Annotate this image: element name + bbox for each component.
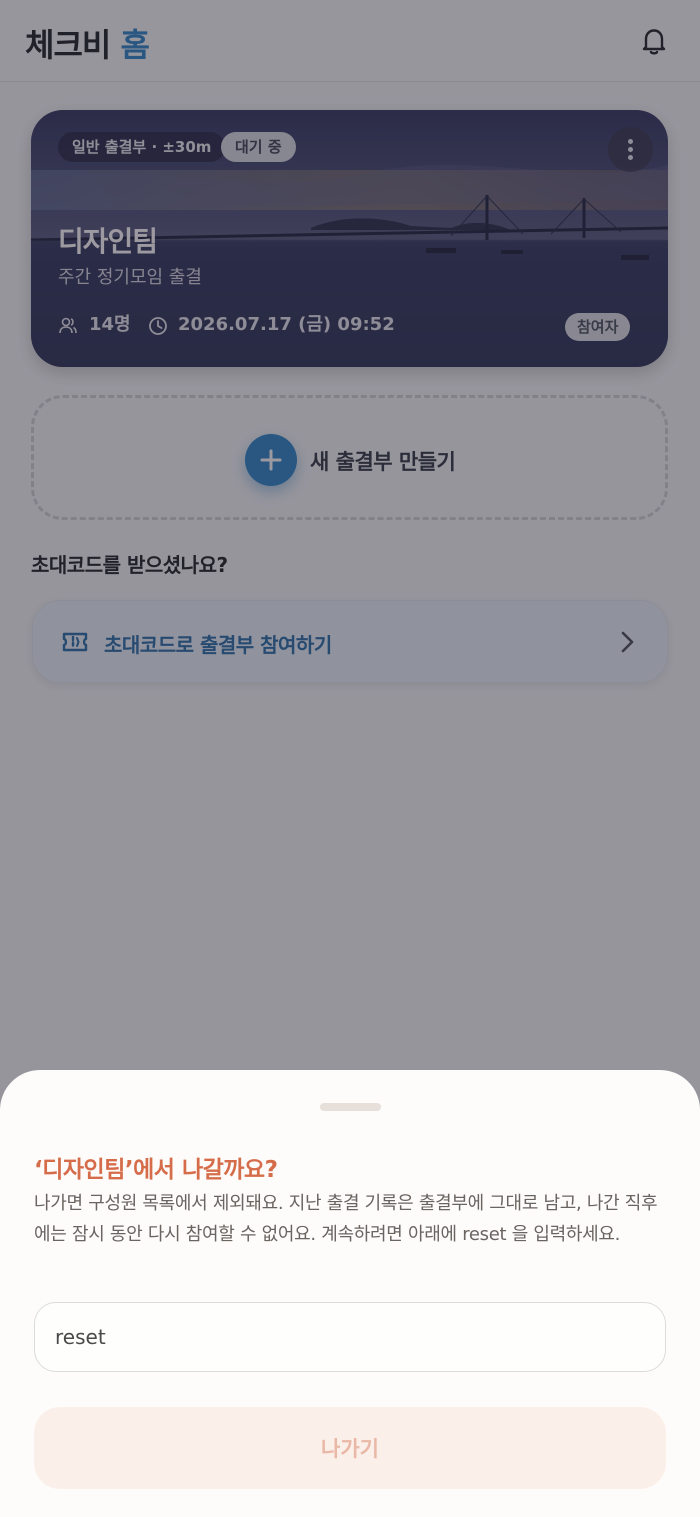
leave-button[interactable]: 나가기 bbox=[34, 1407, 666, 1489]
confirm-input[interactable] bbox=[34, 1302, 666, 1372]
sheet-drag-handle[interactable] bbox=[320, 1103, 381, 1111]
app-screen: 체크비 홈 일반 출결부 · ±30m 대기 중 디자인팀 주간 정기모임 출결… bbox=[0, 0, 700, 1517]
sheet-description: 나가면 구성원 목록에서 제외돼요. 지난 출결 기록은 출결부에 그대로 남고… bbox=[34, 1193, 658, 1245]
sheet-title: ‘디자인팀’에서 나갈까요? bbox=[34, 1157, 278, 1183]
leave-bottom-sheet: ‘디자인팀’에서 나갈까요? 나가면 구성원 목록에서 제외돼요. 지난 출결 … bbox=[0, 1070, 700, 1517]
